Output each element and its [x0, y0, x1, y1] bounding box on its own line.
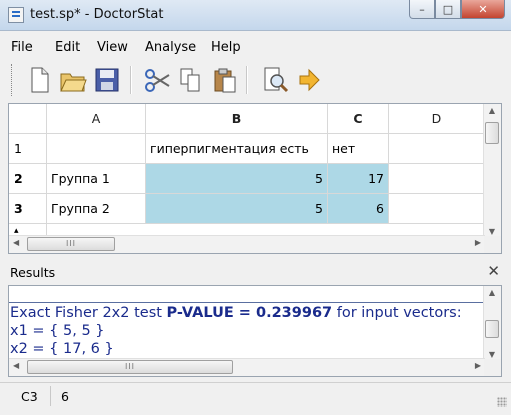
menu-help[interactable]: Help: [211, 40, 241, 55]
column-header-a[interactable]: A: [47, 104, 146, 134]
caption-buttons: – □ ✕: [409, 0, 505, 20]
cell-a1[interactable]: [47, 134, 146, 164]
vertical-scrollbar[interactable]: ▲ ▼: [483, 104, 501, 238]
forward-button[interactable]: [292, 63, 326, 97]
close-button[interactable]: ✕: [461, 0, 505, 19]
horizontal-scrollbar[interactable]: ◀ III ▶: [9, 235, 485, 253]
resize-grip-icon[interactable]: [497, 397, 507, 407]
app-icon: [8, 7, 24, 23]
save-button[interactable]: [90, 63, 124, 97]
toolbar: [8, 60, 502, 100]
menu-edit[interactable]: Edit: [55, 40, 80, 55]
corner-cell[interactable]: [9, 104, 47, 134]
arrow-right-icon: [299, 68, 320, 92]
spreadsheet[interactable]: A B C D 1 гиперпигментация есть нет 2 Гр…: [8, 103, 502, 254]
new-file-icon: [31, 67, 49, 93]
results-line-3: x2 = { 17, 6 }: [10, 341, 114, 357]
results-vertical-scrollbar[interactable]: ▲ ▼: [483, 286, 501, 361]
cell-b2[interactable]: 5: [146, 164, 328, 194]
column-header-d[interactable]: D: [389, 104, 485, 134]
menu-analyse[interactable]: Analyse: [145, 40, 196, 55]
cell-a2[interactable]: Группа 1: [47, 164, 146, 194]
results-line-2: x1 = { 5, 5 }: [10, 323, 105, 339]
save-icon: [95, 68, 119, 92]
cell-a3[interactable]: Группа 2: [47, 194, 146, 224]
scroll-right-icon[interactable]: ▶: [475, 238, 481, 247]
app-window: test.sp* - DoctorStat – □ ✕ File Edit Vi…: [0, 0, 511, 415]
copy-button[interactable]: [174, 63, 208, 97]
scroll-thumb[interactable]: [485, 122, 499, 144]
toolbar-separator-2: [246, 66, 248, 94]
scroll-left-icon[interactable]: ◀: [13, 238, 19, 247]
cell-c2[interactable]: 17: [328, 164, 389, 194]
scroll-down-icon[interactable]: ▼: [487, 227, 497, 236]
scroll-up-icon[interactable]: ▲: [487, 106, 497, 115]
status-cell-value: 6: [61, 389, 69, 404]
p-value: P-VALUE = 0.239967: [166, 305, 333, 321]
scroll-corner: [484, 236, 501, 253]
scroll-up-icon[interactable]: ▲: [487, 288, 497, 297]
scroll-corner: [484, 359, 501, 376]
minimize-icon: –: [419, 2, 425, 16]
results-close-icon[interactable]: ✕: [487, 262, 500, 280]
cut-icon: [145, 69, 170, 92]
column-header-b[interactable]: B: [146, 104, 328, 134]
cell-b1[interactable]: гиперпигментация есть: [146, 134, 328, 164]
status-divider: [50, 386, 51, 406]
cell-c3[interactable]: 6: [328, 194, 389, 224]
open-button[interactable]: [56, 63, 90, 97]
scroll-thumb[interactable]: [485, 320, 499, 338]
results-horizontal-scrollbar[interactable]: ◀ III ▶: [9, 358, 485, 376]
new-file-button[interactable]: [22, 63, 56, 97]
toolbar-grip[interactable]: [11, 64, 15, 96]
divider: [9, 302, 485, 303]
results-line-1: Exact Fisher 2x2 test P-VALUE = 0.239967…: [10, 304, 462, 322]
status-cell-ref: C3: [21, 389, 38, 404]
row-header[interactable]: 2: [9, 164, 47, 194]
print-preview-icon: [264, 67, 289, 93]
window-title: test.sp* - DoctorStat: [30, 7, 164, 22]
paste-icon: [214, 68, 236, 93]
menu-bar: File Edit View Analyse Help: [0, 37, 511, 59]
maximize-icon: □: [442, 2, 454, 16]
scroll-right-icon[interactable]: ▶: [475, 361, 481, 370]
menu-file[interactable]: File: [11, 40, 33, 55]
maximize-button[interactable]: □: [435, 0, 461, 19]
results-title: Results: [10, 265, 56, 280]
copy-icon: [180, 68, 200, 92]
results-text: Exact Fisher 2x2 test P-VALUE = 0.239967…: [10, 304, 462, 358]
row-header[interactable]: 3: [9, 194, 47, 224]
cell-c1[interactable]: нет: [328, 134, 389, 164]
title-bar[interactable]: test.sp* - DoctorStat – □ ✕: [0, 0, 511, 31]
cell-d2[interactable]: [389, 164, 485, 194]
menu-view[interactable]: View: [97, 40, 128, 55]
results-panel-header: Results ✕: [8, 262, 502, 284]
results-suffix: for input vectors:: [332, 305, 462, 321]
status-bar: C3 6: [0, 382, 511, 409]
minimize-button[interactable]: –: [409, 0, 435, 19]
results-panel[interactable]: Exact Fisher 2x2 test P-VALUE = 0.239967…: [8, 285, 502, 377]
scroll-thumb[interactable]: III: [27, 360, 233, 374]
scroll-left-icon[interactable]: ◀: [13, 361, 19, 370]
toolbar-separator: [130, 66, 132, 94]
close-icon: ✕: [478, 2, 488, 16]
row-header[interactable]: 1: [9, 134, 47, 164]
results-prefix: Exact Fisher 2x2 test: [10, 305, 167, 321]
column-header-c[interactable]: C: [328, 104, 389, 134]
paste-button[interactable]: [208, 63, 242, 97]
scroll-thumb[interactable]: III: [27, 237, 115, 251]
cell-d1[interactable]: [389, 134, 485, 164]
open-folder-icon: [60, 73, 87, 92]
print-preview-button[interactable]: [258, 63, 292, 97]
cell-d3[interactable]: [389, 194, 485, 224]
scroll-down-icon[interactable]: ▼: [487, 350, 497, 359]
cut-button[interactable]: [140, 63, 174, 97]
cell-b3[interactable]: 5: [146, 194, 328, 224]
